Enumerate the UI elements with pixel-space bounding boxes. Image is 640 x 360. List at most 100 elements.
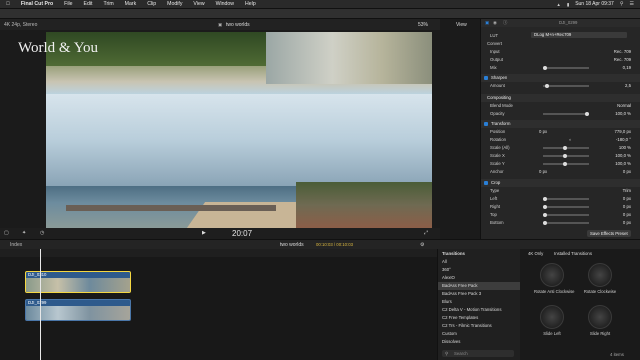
menu-window[interactable]: Window <box>216 1 234 7</box>
inspector-tabs: ▣ ◉ ⓘ DJI_0299 <box>481 19 640 27</box>
menu-file[interactable]: File <box>64 1 72 7</box>
output-row: Output Rec. 709 <box>490 57 631 62</box>
menu-list-icon[interactable]: ☰ <box>630 1 634 7</box>
blend-select[interactable]: Normal <box>617 103 631 108</box>
menu-clip[interactable]: Clip <box>147 1 156 7</box>
menu-bar:  Final Cut Pro File Edit Trim Mark Clip… <box>0 0 640 9</box>
transform-checkbox[interactable] <box>484 122 488 126</box>
scale-all-slider[interactable] <box>543 145 589 150</box>
menu-trim[interactable]: Trim <box>103 1 113 7</box>
clip-name: DJI_0299 <box>559 20 578 25</box>
viewer-footer: ▢ ✦ ◷ ▶ 20:07 ⤢ <box>0 228 440 239</box>
speed-icon[interactable]: ◷ <box>40 230 44 236</box>
menu-final-cut-pro[interactable]: Final Cut Pro <box>21 1 53 7</box>
viewer-header: 4K 24p, Stereo ▣ two worlds 53% View <box>0 19 467 30</box>
scale-x-slider[interactable] <box>543 153 589 158</box>
sharpen-checkbox[interactable] <box>484 76 488 80</box>
timeline-project-name: two worlds <box>280 242 304 248</box>
scale-x-row: Scale X 100,0 % <box>490 153 631 158</box>
crop-left-slider[interactable] <box>543 196 589 201</box>
sharpen-header[interactable]: Sharpen <box>481 74 640 82</box>
lut-select[interactable]: DLog M+n+Rec709 <box>531 32 627 38</box>
title-overlay[interactable]: World & You <box>18 40 98 57</box>
crop-top-slider[interactable] <box>543 212 589 217</box>
index-button[interactable]: Index <box>10 242 22 248</box>
play-button-icon[interactable]: ▶ <box>202 230 206 236</box>
crop-type-select[interactable]: Trim <box>623 188 631 193</box>
transform-header[interactable]: Transform <box>481 120 640 128</box>
enhance-icon[interactable]: ✦ <box>22 230 26 236</box>
timeline-settings-icon[interactable]: ⚙ <box>420 242 424 248</box>
scale-y-row: Scale Y 100,0 % <box>490 161 631 166</box>
transition-thumb[interactable] <box>588 263 612 287</box>
menu-help[interactable]: Help <box>245 1 256 7</box>
transition-thumb[interactable] <box>588 305 612 329</box>
menu-mark[interactable]: Mark <box>125 1 137 7</box>
wifi-icon[interactable]: ▲ <box>557 2 561 7</box>
category-item[interactable]: 360° <box>442 267 451 272</box>
category-item[interactable]: C2 Delta V - Motion Transitions <box>442 307 501 312</box>
info-tab-icon[interactable]: ⓘ <box>503 20 507 25</box>
color-tab-icon[interactable]: ◉ <box>493 20 497 25</box>
timeline-toolbar: Index two worlds 00:10:03 / 00:10:03 ⚙ <box>0 239 640 249</box>
category-item[interactable]: Custom <box>442 331 457 336</box>
menu-edit[interactable]: Edit <box>84 1 93 7</box>
timeline-duration: 00:10:03 / 00:10:03 <box>316 242 354 247</box>
type-row: Type Trim <box>490 188 631 193</box>
transition-thumb[interactable] <box>540 263 564 287</box>
opacity-slider[interactable] <box>543 111 589 116</box>
menu-modify[interactable]: Modify <box>167 1 182 7</box>
mix-slider[interactable] <box>543 65 589 70</box>
category-item[interactable]: C2 Free Templates <box>442 315 478 320</box>
project-icon: ▣ <box>218 22 223 27</box>
compositing-header[interactable]: Compositing <box>481 94 640 102</box>
category-item[interactable]: Blurs <box>442 299 452 304</box>
rotation-row: Rotation ◐ -180,0 ° <box>490 137 631 142</box>
battery-icon[interactable]: ▮ <box>567 2 569 7</box>
amount-slider[interactable] <box>543 83 589 88</box>
playhead[interactable] <box>40 249 41 360</box>
inspector-panel: ▣ ◉ ⓘ DJI_0299 LUT DLog M+n+Rec709 Conver… <box>480 19 640 241</box>
search-field[interactable]: ⚲ Search <box>442 350 514 357</box>
image-town-region <box>296 182 432 228</box>
timeline[interactable]: DJI_0310 DJI_0299 <box>0 257 437 360</box>
crop-top-row: Top 0 px <box>490 212 631 217</box>
transition-thumb[interactable] <box>540 305 564 329</box>
video-tab-icon[interactable]: ▣ <box>485 20 489 25</box>
rotation-dial-icon[interactable]: ◐ <box>569 137 572 142</box>
category-item-selected[interactable]: BadAss Free Pack <box>442 283 478 288</box>
clock[interactable]: Sun 18 Apr 09:37 <box>575 1 614 7</box>
category-item[interactable]: BadAss Free Pack 3 <box>442 291 481 296</box>
fullscreen-icon[interactable]: ⤢ <box>424 230 428 236</box>
category-item[interactable]: AlexIO <box>442 275 455 280</box>
output-value[interactable]: Rec. 709 <box>614 57 631 62</box>
category-item[interactable]: C2 Trs - Filmic Transitions <box>442 323 492 328</box>
apple-menu-icon[interactable]:  <box>6 1 10 7</box>
input-value[interactable]: Rec. 709 <box>614 49 631 54</box>
crop-bottom-slider[interactable] <box>543 220 589 225</box>
crop-right-slider[interactable] <box>543 204 589 209</box>
filter-4k[interactable]: 4K Only <box>528 251 543 256</box>
view-menu[interactable]: View <box>456 22 467 28</box>
timeline-ruler[interactable] <box>0 249 437 257</box>
transitions-browser: Transitions All 360° AlexIO BadAss Free … <box>437 249 521 360</box>
zoom-menu[interactable]: 53% <box>418 22 428 28</box>
category-item[interactable]: Dissolves <box>442 339 460 344</box>
scale-y-slider[interactable] <box>543 161 589 166</box>
category-item[interactable]: All <box>442 259 447 264</box>
crop-left-row: Left 0 px <box>490 196 631 201</box>
project-name: two worlds <box>226 22 250 28</box>
viewer-image[interactable] <box>46 32 432 228</box>
crop-header[interactable]: Crop <box>481 179 640 187</box>
installed-transitions-menu[interactable]: Installed Transitions <box>554 251 592 256</box>
item-count: 4 items <box>610 352 624 357</box>
save-effects-preset-button[interactable]: Save Effects Preset <box>587 230 631 237</box>
crop-right-row: Right 0 px <box>490 204 631 209</box>
search-icon[interactable]: ⚲ <box>620 1 624 7</box>
crop-checkbox[interactable] <box>484 181 488 185</box>
menu-view[interactable]: View <box>193 1 204 7</box>
timecode-display[interactable]: 20:07 <box>232 229 252 238</box>
position-y-value[interactable]: 779,0 px <box>615 129 632 134</box>
position-x-value[interactable]: 0 px <box>539 129 547 134</box>
crop-tool-icon[interactable]: ▢ <box>4 230 9 236</box>
